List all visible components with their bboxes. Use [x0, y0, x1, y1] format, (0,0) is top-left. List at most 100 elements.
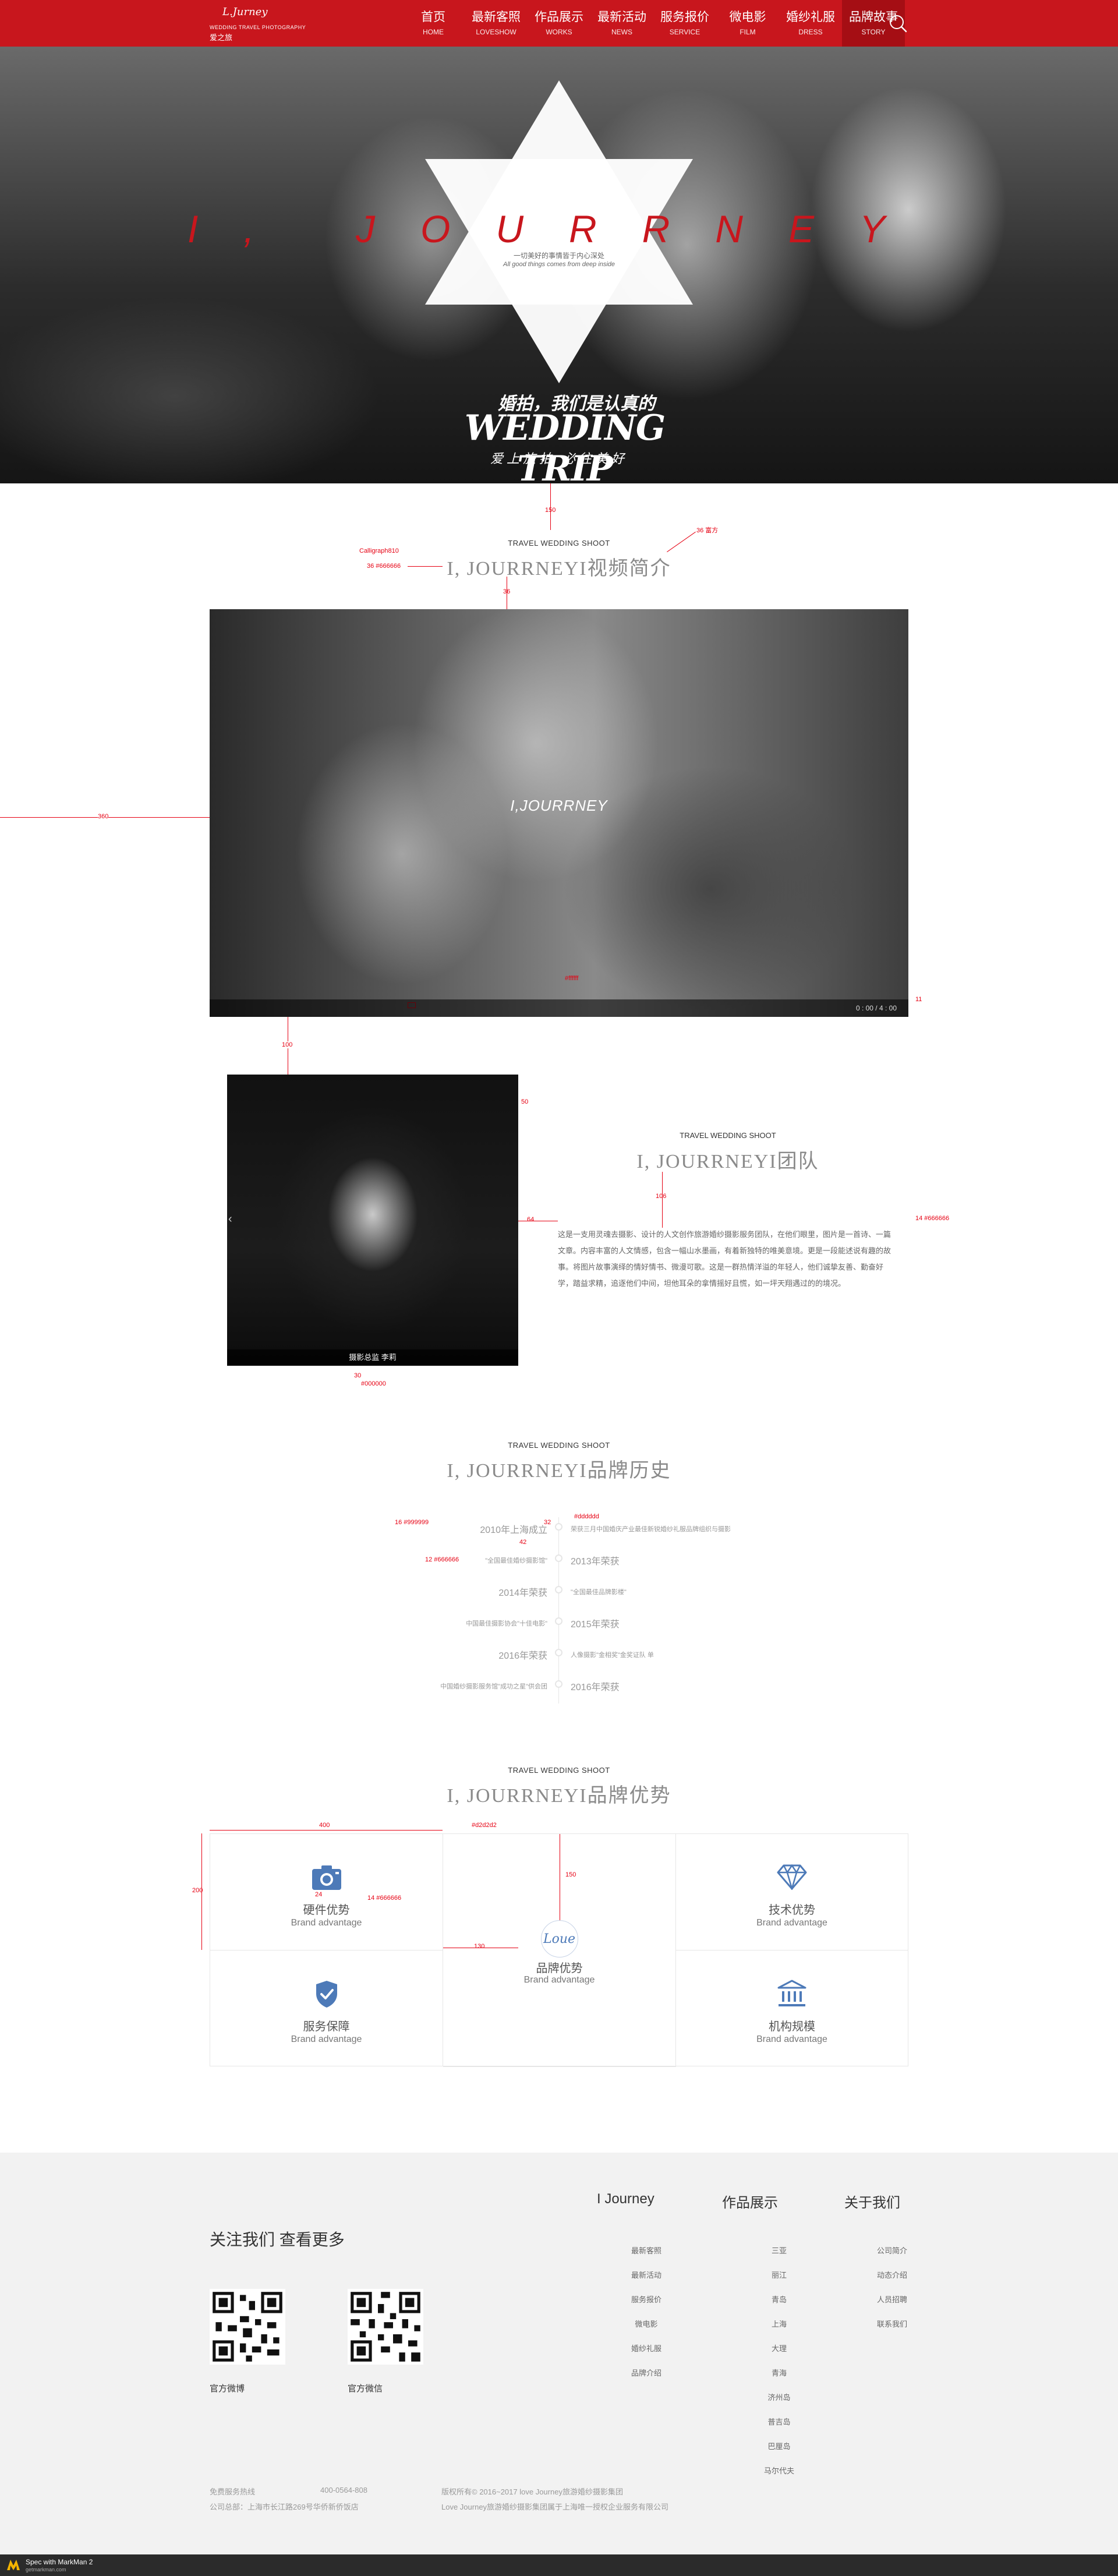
footer-link[interactable]: 最新活动	[617, 2269, 675, 2280]
history-year: 2015年荣获	[571, 1620, 620, 1630]
markman-logo-icon	[7, 2560, 20, 2570]
advantage-title: 服务保障	[303, 2020, 350, 2033]
weibo-qr-code	[210, 2289, 285, 2365]
nav-loveshow[interactable]: 最新客照 LOVESHOW	[465, 0, 528, 47]
nav-label: 微电影	[729, 10, 766, 24]
nav-works[interactable]: 作品展示 WORKS	[528, 0, 590, 47]
footer-link[interactable]: 品牌介绍	[617, 2367, 675, 2378]
nav-news[interactable]: 最新活动 NEWS	[590, 0, 653, 47]
timeline-dot	[555, 1554, 562, 1562]
footer-link[interactable]: 丽江	[750, 2269, 808, 2280]
follow-us-title: 关注我们 查看更多	[210, 2231, 345, 2249]
timeline-dot	[555, 1523, 562, 1531]
advantage-title: 硬件优势	[303, 1904, 350, 1917]
hero-title: I, JOURRNEY	[187, 207, 931, 250]
history-note: "全国最佳品牌影楼"	[571, 1589, 627, 1596]
footer-link[interactable]: 人员招聘	[863, 2294, 921, 2305]
nav-label: 作品展示	[535, 10, 583, 24]
annotation-line	[210, 1830, 443, 1831]
annotation-label: 150	[565, 1871, 576, 1878]
annotation-line	[662, 1172, 663, 1228]
footer-link[interactable]: 马尔代夫	[750, 2465, 808, 2476]
advantage-hardware[interactable]: 硬件优势 Brand advantage 24 14 #666666	[210, 1834, 443, 1950]
advantage-scale[interactable]: 机构规模 Brand advantage	[676, 1950, 908, 2066]
annotation-label: 30	[354, 1372, 362, 1379]
history-note: "全国最佳婚纱摄影馆"	[485, 1557, 547, 1564]
brand-logo[interactable]: L.Jurney WEDDING TRAVEL PHOTOGRAPHY 爱之旅	[210, 5, 314, 42]
hero-subtitle-en: All good things comes from deep inside	[503, 261, 615, 268]
footer-link[interactable]: 三亚	[750, 2245, 808, 2256]
annotation-label: 200	[192, 1887, 203, 1894]
history-note: 人像摄影"金相奖"金奖证队 单	[571, 1652, 654, 1659]
footer-link[interactable]: 公司简介	[863, 2245, 921, 2256]
annotation-label: 14 #666666	[367, 1895, 402, 1902]
brand-logo-icon: Loue	[540, 1920, 578, 1957]
timeline-dot	[555, 1617, 562, 1625]
nav-sublabel: LOVESHOW	[476, 28, 516, 36]
footer-link[interactable]: 大理	[750, 2342, 808, 2354]
team-photo-caption: 摄影总监 李莉	[227, 1349, 518, 1366]
footer-link[interactable]: 普吉岛	[750, 2416, 808, 2427]
annotation-label: 106	[656, 1193, 667, 1200]
advantage-technology[interactable]: 技术优势 Brand advantage	[676, 1834, 908, 1950]
weibo-label: 官方微博	[210, 2384, 245, 2394]
nav-service[interactable]: 服务报价 SERVICE	[653, 0, 716, 47]
team-description: 这是一支用灵魂去摄影、设计的人文创作旅游婚纱摄影服务团队，在他们眼里，图片是一首…	[558, 1230, 891, 1288]
history-note: 荣获三月中国婚庆产业最佳新锐婚纱礼服品牌组织与摄影	[571, 1526, 731, 1533]
video-title: I,JOURRNEY	[510, 797, 608, 814]
footer-link[interactable]: 动态介绍	[863, 2269, 921, 2280]
team-photo: 摄影总监 李莉	[227, 1075, 518, 1366]
advantage-section-en: TRAVEL WEDDING SHOOT	[508, 1766, 610, 1775]
footer-link[interactable]: 济州岛	[750, 2391, 808, 2402]
timeline-dot	[555, 1586, 562, 1593]
page: L.Jurney WEDDING TRAVEL PHOTOGRAPHY 爱之旅 …	[0, 0, 1118, 2576]
copyright-line-2: Love Journey旅游婚纱摄影集团属于上海唯一授权企业服务有限公司	[441, 2503, 669, 2511]
advantage-brand[interactable]: Loue 品牌优势 Brand advantage 150	[443, 1834, 676, 2067]
spec-tool-title: Spec with MarkMan 2	[26, 2558, 93, 2566]
nav-label: 婚纱礼服	[786, 10, 835, 24]
hero-slogan-en: WEDDING TRIP	[464, 408, 666, 483]
history-year: 2014年荣获	[498, 1588, 547, 1598]
footer-link[interactable]: 婚纱礼服	[617, 2342, 675, 2354]
annotation-label: 36 #666666	[367, 563, 401, 570]
nav-sublabel: FILM	[740, 28, 756, 36]
nav-film[interactable]: 微电影 FILM	[716, 0, 779, 47]
annotation-label: 64	[527, 1216, 535, 1223]
advantage-grid: 硬件优势 Brand advantage 24 14 #666666 Loue …	[210, 1833, 908, 2067]
spec-tool-bar: Spec with MarkMan 2 getmarkman.com	[0, 2554, 1118, 2576]
annotation-label: 360	[98, 813, 109, 820]
annotation-label: 11	[915, 996, 922, 1003]
nav-home[interactable]: 首页 HOME	[402, 0, 465, 47]
building-icon	[777, 1980, 806, 2006]
footer-link[interactable]: 联系我们	[863, 2318, 921, 2329]
wechat-qr-code	[348, 2289, 423, 2365]
hero-subtitle-cn: 一切美好的事情皆于内心深处	[513, 252, 604, 260]
copyright-line: 版权所有© 2016~2017 love Journey旅游婚纱摄影集团	[441, 2487, 623, 2496]
video-player[interactable]: I,JOURRNEY #ffffff 0 : 00 / 4 : 00	[210, 609, 908, 1017]
footer-link[interactable]: 微电影	[617, 2318, 675, 2329]
search-icon[interactable]	[886, 12, 910, 35]
footer-link[interactable]: 服务报价	[617, 2294, 675, 2305]
annotation-label: #ffffff	[565, 975, 579, 982]
footer-link[interactable]: 最新客照	[617, 2245, 675, 2256]
nav-dress[interactable]: 婚纱礼服 DRESS	[779, 0, 842, 47]
logo-chinese: 爱之旅	[210, 33, 233, 42]
nav-sublabel: SERVICE	[669, 28, 700, 36]
carousel-prev-icon[interactable]: ‹	[228, 1213, 232, 1226]
annotation-label: 36 富方	[696, 527, 719, 534]
history-section-en: TRAVEL WEDDING SHOOT	[508, 1441, 610, 1450]
footer-link[interactable]: 巴厘岛	[750, 2440, 808, 2451]
advantage-service[interactable]: 服务保障 Brand advantage	[210, 1950, 443, 2066]
footer-link[interactable]: 青海	[750, 2367, 808, 2378]
hero-tagline: 爱上旅拍 必往美好	[490, 451, 628, 466]
footer-link[interactable]: 上海	[750, 2318, 808, 2329]
company-address: 公司总部：上海市长江路269号华侨新侨饭店	[210, 2503, 359, 2511]
annotation-label: 24	[315, 1891, 323, 1898]
diamond-icon	[777, 1864, 807, 1890]
video-control-bar[interactable]: 0 : 00 / 4 : 00	[210, 999, 908, 1017]
team-section-en: TRAVEL WEDDING SHOOT	[680, 1131, 776, 1140]
annotation-label: #d2d2d2	[472, 1822, 497, 1829]
footer-link[interactable]: 青岛	[750, 2294, 808, 2305]
annotation-label: 14 #666666	[915, 1215, 950, 1222]
history-year: 2016年荣获	[571, 1683, 620, 1692]
